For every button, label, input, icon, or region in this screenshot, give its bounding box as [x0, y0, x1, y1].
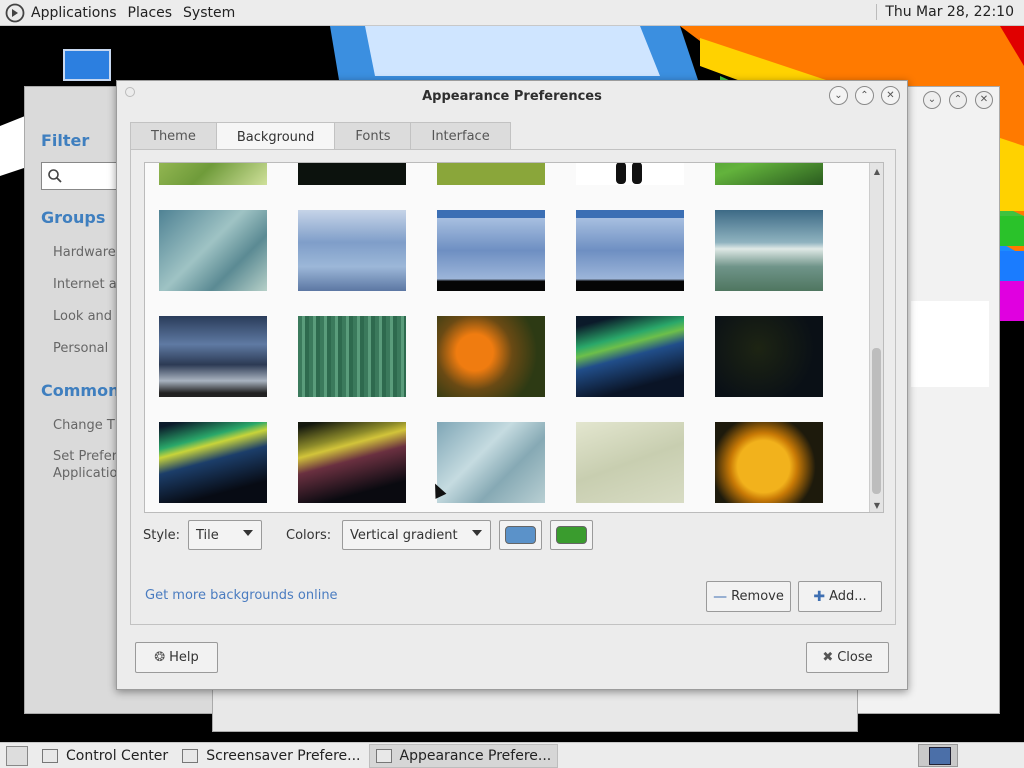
close-button[interactable]: ✖ Close	[806, 642, 889, 673]
tab-interface[interactable]: Interface	[410, 122, 511, 150]
menu-places[interactable]: Places	[128, 5, 173, 21]
wallpaper-thumbnail[interactable]	[159, 316, 267, 397]
scroll-down-arrow-icon[interactable]: ▼	[870, 501, 883, 510]
groups-heading: Groups	[41, 208, 106, 227]
wallpaper-thumbnail[interactable]	[715, 210, 823, 291]
wallpaper-thumbnail[interactable]	[437, 210, 545, 291]
colors-combobox[interactable]: Vertical gradient	[342, 520, 491, 550]
wallpaper-thumbnail[interactable]	[298, 316, 406, 397]
wallpaper-thumbnail[interactable]	[298, 163, 406, 185]
wallpaper-thumbnail[interactable]	[159, 422, 267, 503]
wallpaper-gallery[interactable]: ▲ ▼	[144, 162, 884, 513]
wallpaper-thumbnail[interactable]	[437, 316, 545, 397]
task-control-center[interactable]: Control Center	[36, 744, 174, 768]
chevron-down-icon	[472, 530, 482, 536]
cc-content-area	[911, 301, 989, 387]
close-icon: ✖	[822, 650, 834, 665]
cc-minimize-button[interactable]: ⌄	[923, 91, 941, 109]
plus-icon: ✚	[813, 588, 826, 605]
wallpaper-thumbnail[interactable]	[576, 422, 684, 503]
wallpaper-thumbnail[interactable]	[159, 163, 267, 185]
tab-fonts[interactable]: Fonts	[334, 122, 412, 150]
wallpaper-thumbnail[interactable]	[298, 210, 406, 291]
screensaver-app-icon	[182, 748, 199, 763]
remove-label: Remove	[731, 589, 784, 604]
maximize-button[interactable]: ⌃	[855, 86, 874, 105]
show-desktop-icon[interactable]	[6, 745, 28, 766]
group-personal[interactable]: Personal	[53, 341, 108, 356]
primary-color-swatch	[505, 526, 536, 544]
wallpaper-thumbnail[interactable]	[576, 210, 684, 291]
group-internet[interactable]: Internet ar	[53, 277, 122, 292]
gallery-scrollbar[interactable]: ▲ ▼	[869, 163, 883, 512]
tab-background[interactable]: Background	[215, 122, 336, 151]
task-applications[interactable]: Applicatio	[53, 466, 117, 481]
scroll-thumb[interactable]	[872, 348, 881, 494]
cc-maximize-button[interactable]: ⌃	[949, 91, 967, 109]
wallpaper-thumbnail[interactable]	[437, 422, 545, 503]
secondary-color-button[interactable]	[550, 520, 593, 550]
filter-heading: Filter	[41, 131, 90, 150]
tab-bar: Theme Background Fonts Interface	[130, 122, 511, 151]
background-tab-panel: ▲ ▼ Style: Tile Colors: Vertical gradien…	[130, 149, 896, 625]
wallpaper-thumbnail[interactable]	[715, 163, 823, 185]
wallpaper-thumbnail[interactable]	[159, 210, 267, 291]
menu-applications[interactable]: Applications	[31, 5, 117, 21]
window-menu-icon[interactable]	[125, 87, 135, 97]
wallpaper-thumbnail[interactable]	[437, 163, 545, 185]
scroll-up-arrow-icon[interactable]: ▲	[870, 167, 883, 176]
add-label: Add...	[829, 589, 867, 604]
chevron-down-icon	[243, 530, 253, 536]
wallpaper-thumbnail[interactable]	[298, 422, 406, 503]
task-screensaver-preferences[interactable]: Screensaver Prefere...	[176, 744, 366, 768]
colors-value: Vertical gradient	[350, 527, 458, 543]
tab-theme[interactable]: Theme	[130, 122, 217, 150]
wallpaper-thumbnail[interactable]	[576, 163, 684, 185]
help-label: Help	[169, 650, 199, 665]
control-center-app-icon	[42, 748, 58, 763]
close-label: Close	[837, 650, 873, 665]
bottom-panel: Control Center Screensaver Prefere... Ap…	[0, 742, 1024, 768]
wallpaper-thumbnail[interactable]	[715, 316, 823, 397]
remove-button[interactable]: — Remove	[706, 581, 791, 612]
group-hardware[interactable]: Hardware	[53, 245, 116, 260]
wallpaper-thumbnail[interactable]	[576, 316, 684, 397]
style-label: Style:	[143, 528, 181, 543]
colors-label: Colors:	[286, 528, 332, 543]
appearance-app-icon	[375, 748, 392, 763]
dialog-title: Appearance Preferences	[422, 88, 602, 104]
style-value: Tile	[196, 527, 219, 543]
distro-logo-icon[interactable]	[5, 3, 25, 23]
clock[interactable]: Thu Mar 28, 22:10	[876, 4, 1014, 20]
task-label: Appearance Prefere...	[399, 747, 552, 764]
workspace-1[interactable]	[929, 747, 951, 765]
get-more-backgrounds-link[interactable]: Get more backgrounds online	[145, 588, 338, 603]
task-label: Control Center	[66, 747, 169, 764]
top-panel: Applications Places System Thu Mar 28, 2…	[0, 0, 1024, 26]
group-look-and-feel[interactable]: Look and F	[53, 309, 124, 324]
help-lifebuoy-icon: ❂	[154, 650, 166, 665]
menu-system[interactable]: System	[183, 5, 235, 21]
workspace-switcher[interactable]	[918, 744, 958, 767]
minimize-button[interactable]: ⌄	[829, 86, 848, 105]
wallpaper-thumbnail[interactable]	[715, 422, 823, 503]
minus-icon: —	[713, 588, 728, 605]
appearance-preferences-dialog: Appearance Preferences ⌄ ⌃ ✕ Theme Backg…	[116, 80, 908, 690]
task-set-preferred[interactable]: Set Preferr	[53, 449, 122, 464]
task-change-theme[interactable]: Change Th	[53, 418, 123, 433]
task-appearance-preferences[interactable]: Appearance Prefere...	[368, 743, 559, 768]
style-combobox[interactable]: Tile	[188, 520, 262, 550]
secondary-color-swatch	[556, 526, 587, 544]
search-icon	[48, 169, 62, 183]
titlebar[interactable]: Appearance Preferences ⌄ ⌃ ✕	[117, 81, 907, 111]
primary-color-button[interactable]	[499, 520, 542, 550]
help-button[interactable]: ❂ Help	[135, 642, 218, 673]
task-label: Screensaver Prefere...	[206, 747, 361, 764]
cc-close-button[interactable]: ✕	[975, 91, 993, 109]
close-window-button[interactable]: ✕	[881, 86, 900, 105]
add-button[interactable]: ✚ Add...	[798, 581, 882, 612]
